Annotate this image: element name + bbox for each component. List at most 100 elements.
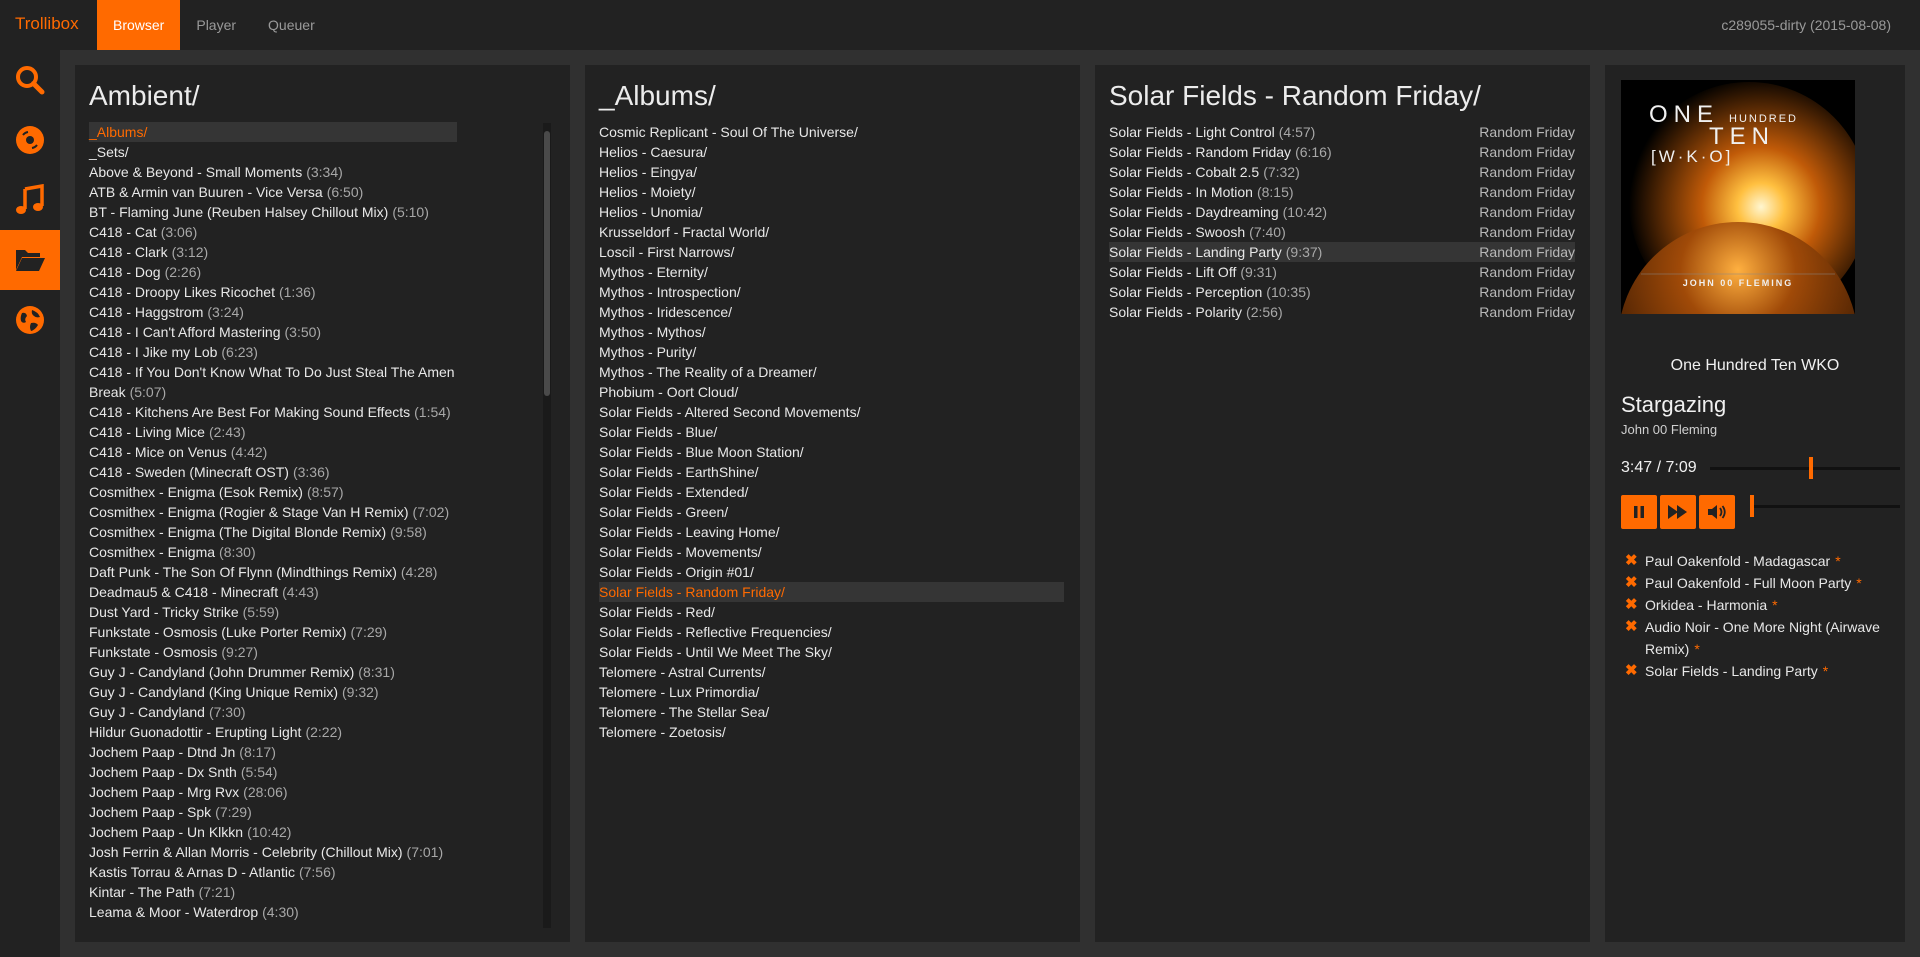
list-item[interactable]: _Sets/ bbox=[89, 142, 457, 162]
sidebar-music[interactable] bbox=[0, 170, 60, 230]
remove-icon[interactable]: ✖ bbox=[1625, 616, 1645, 660]
list-item[interactable]: Telomere - Astral Currents/ bbox=[599, 662, 1064, 682]
list-item[interactable]: Solar Fields - EarthShine/ bbox=[599, 462, 1064, 482]
remove-icon[interactable]: ✖ bbox=[1625, 572, 1645, 594]
list-item[interactable]: Deadmau5 & C418 - Minecraft (4:43) bbox=[89, 582, 457, 602]
track-row[interactable]: Solar Fields - Perception (10:35) Random F… bbox=[1109, 282, 1575, 302]
list-item[interactable]: Solar Fields - Reflective Frequencies/ bbox=[599, 622, 1064, 642]
list-item[interactable]: Cosmithex - Enigma (Esok Remix) (8:57) bbox=[89, 482, 457, 502]
list-item[interactable]: Jochem Paap - Un Klkkn (10:42) bbox=[89, 822, 457, 842]
track-row[interactable]: Solar Fields - Landing Party (9:37) Random… bbox=[1109, 242, 1575, 262]
list-item[interactable]: Krusseldorf - Fractal World/ bbox=[599, 222, 1064, 242]
list-item[interactable]: C418 - Haggstrom (3:24) bbox=[89, 302, 457, 322]
list-item[interactable]: Solar Fields - Altered Second Movements/ bbox=[599, 402, 1064, 422]
scrollbar[interactable] bbox=[543, 123, 551, 928]
list-item[interactable]: Helios - Eingya/ bbox=[599, 162, 1064, 182]
track-row[interactable]: Solar Fields - Cobalt 2.5 (7:32) Random Fr… bbox=[1109, 162, 1575, 182]
list-item[interactable]: Above & Beyond - Small Moments (3:34) bbox=[89, 162, 457, 182]
list-item[interactable]: Funkstate - Osmosis (Luke Porter Remix)(… bbox=[89, 622, 457, 642]
list-item[interactable]: C418 - Cat (3:06) bbox=[89, 222, 457, 242]
list-item[interactable]: Mythos - Purity/ bbox=[599, 342, 1064, 362]
list-item[interactable]: Solar Fields - Leaving Home/ bbox=[599, 522, 1064, 542]
list-item[interactable]: Solar Fields - Red/ bbox=[599, 602, 1064, 622]
list-item[interactable]: Solar Fields - Movements/ bbox=[599, 542, 1064, 562]
list-item[interactable]: Loscil - First Narrows/ bbox=[599, 242, 1064, 262]
list-item[interactable]: Mythos - Eternity/ bbox=[599, 262, 1064, 282]
tab-player[interactable]: Player bbox=[180, 0, 252, 50]
remove-icon[interactable]: ✖ bbox=[1625, 660, 1645, 682]
list-item[interactable]: C418 - I Jike my Lob (6:23) bbox=[89, 342, 457, 362]
list-item[interactable]: Helios - Caesura/ bbox=[599, 142, 1064, 162]
list-item[interactable]: Phobium - Oort Cloud/ bbox=[599, 382, 1064, 402]
sidebar-albums[interactable] bbox=[0, 110, 60, 170]
track-row[interactable]: Solar Fields - Light Control (4:57) Random… bbox=[1109, 122, 1575, 142]
list-item[interactable]: C418 - Clark (3:12) bbox=[89, 242, 457, 262]
list-item[interactable]: Guy J - Candyland (King Unique Remix) (9:… bbox=[89, 682, 457, 702]
sidebar-browser[interactable] bbox=[0, 230, 60, 290]
track-row[interactable]: Solar Fields - Lift Off (9:31) Random Frid… bbox=[1109, 262, 1575, 282]
list-item[interactable]: C418 - Sweden (Minecraft OST) (3:36) bbox=[89, 462, 457, 482]
list-item[interactable]: Guy J - Candyland (John Drummer Remix) (8… bbox=[89, 662, 457, 682]
list-item[interactable]: Telomere - Lux Primordia/ bbox=[599, 682, 1064, 702]
list-item[interactable]: _Albums/ bbox=[89, 122, 457, 142]
list-item[interactable]: Mythos - Introspection/ bbox=[599, 282, 1064, 302]
list-item[interactable]: Solar Fields - Blue/ bbox=[599, 422, 1064, 442]
list-item[interactable]: Solar Fields - Random Friday/ bbox=[599, 582, 1064, 602]
list-item[interactable]: Jochem Paap - Dx Snth (5:54) bbox=[89, 762, 457, 782]
sidebar-streams[interactable] bbox=[0, 290, 60, 350]
scrollbar-thumb[interactable] bbox=[544, 131, 550, 396]
list-item[interactable]: Josh Ferrin & Allan Morris - Celebrity (… bbox=[89, 842, 457, 862]
list-item[interactable]: C418 - I Can't Afford Mastering (3:50) bbox=[89, 322, 457, 342]
list-item[interactable]: C418 - Dog (2:26) bbox=[89, 262, 457, 282]
list-item[interactable]: Mythos - Mythos/ bbox=[599, 322, 1064, 342]
list-item[interactable]: Leama & Moor - Waterdrop (4:30) bbox=[89, 902, 457, 922]
remove-icon[interactable]: ✖ bbox=[1625, 594, 1645, 616]
list-item[interactable]: Mythos - The Reality of a Dreamer/ bbox=[599, 362, 1064, 382]
remove-icon[interactable]: ✖ bbox=[1625, 550, 1645, 572]
sidebar-search[interactable] bbox=[0, 50, 60, 110]
list-item[interactable]: Solar Fields - Origin #01/ bbox=[599, 562, 1064, 582]
list-item[interactable]: Kastis Torrau & Arnas D - Atlantic (7:56) bbox=[89, 862, 457, 882]
list-item[interactable]: Jochem Paap - Mrg Rvx (28:06) bbox=[89, 782, 457, 802]
list-item[interactable]: Telomere - The Stellar Sea/ bbox=[599, 702, 1064, 722]
seek-handle[interactable] bbox=[1808, 457, 1813, 479]
list-item[interactable]: Mythos - Iridescence/ bbox=[599, 302, 1064, 322]
track-row[interactable]: Solar Fields - Daydreaming (10:42) Random … bbox=[1109, 202, 1575, 222]
list-item[interactable]: Telomere - Zoetosis/ bbox=[599, 722, 1064, 742]
list-item[interactable]: Jochem Paap - Dtnd Jn (8:17) bbox=[89, 742, 457, 762]
list-item[interactable]: Helios - Moiety/ bbox=[599, 182, 1064, 202]
volume-slider[interactable] bbox=[1750, 495, 1900, 517]
list-item[interactable]: Cosmithex - Enigma (Rogier & Stage Van H… bbox=[89, 502, 457, 522]
list-item[interactable]: Cosmithex - Enigma (The Digital Blonde R… bbox=[89, 522, 457, 542]
tab-browser[interactable]: Browser bbox=[97, 0, 181, 50]
track-row[interactable]: Solar Fields - Polarity (2:56) Random Frid… bbox=[1109, 302, 1575, 322]
volume-handle[interactable] bbox=[1750, 495, 1754, 517]
list-item[interactable]: C418 - Droopy Likes Ricochet (1:36) bbox=[89, 282, 457, 302]
seek-bar[interactable] bbox=[1710, 457, 1900, 479]
list-item[interactable]: Solar Fields - Blue Moon Station/ bbox=[599, 442, 1064, 462]
next-button[interactable] bbox=[1660, 495, 1696, 529]
list-item[interactable]: Solar Fields - Until We Meet The Sky/ bbox=[599, 642, 1064, 662]
pause-button[interactable] bbox=[1621, 495, 1657, 529]
tab-queuer[interactable]: Queuer bbox=[252, 0, 331, 50]
list-item[interactable]: Jochem Paap - Spk (7:29) bbox=[89, 802, 457, 822]
list-item[interactable]: Solar Fields - Green/ bbox=[599, 502, 1064, 522]
list-item[interactable]: Solar Fields - Extended/ bbox=[599, 482, 1064, 502]
volume-button[interactable] bbox=[1699, 495, 1735, 529]
list-item[interactable]: Cosmic Replicant - Soul Of The Universe/ bbox=[599, 122, 1064, 142]
list-item[interactable]: C418 - Living Mice (2:43) bbox=[89, 422, 457, 442]
list-item[interactable]: Hildur Guonadottir - Erupting Light (2:22… bbox=[89, 722, 457, 742]
list-item[interactable]: Kintar - The Path (7:21) bbox=[89, 882, 457, 902]
app-brand[interactable]: Trollibox bbox=[15, 14, 79, 34]
list-item[interactable]: C418 - If You Don't Know What To Do Just… bbox=[89, 362, 457, 402]
list-item[interactable]: C418 - Kitchens Are Best For Making Soun… bbox=[89, 402, 457, 422]
list-item[interactable]: BT - Flaming June (Reuben Halsey Chillou… bbox=[89, 202, 457, 222]
track-row[interactable]: Solar Fields - In Motion (8:15) Random Fri… bbox=[1109, 182, 1575, 202]
list-item[interactable]: Dust Yard - Tricky Strike (5:59) bbox=[89, 602, 457, 622]
list-item[interactable]: C418 - Mice on Venus (4:42) bbox=[89, 442, 457, 462]
list-item[interactable]: ATB & Armin van Buuren - Vice Versa (6:50… bbox=[89, 182, 457, 202]
track-row[interactable]: Solar Fields - Random Friday (6:16) Random… bbox=[1109, 142, 1575, 162]
list-item[interactable]: Daft Punk - The Son Of Flynn (Mindthings… bbox=[89, 562, 457, 582]
track-row[interactable]: Solar Fields - Swoosh (7:40) Random Friday bbox=[1109, 222, 1575, 242]
list-item[interactable]: Helios - Unomia/ bbox=[599, 202, 1064, 222]
